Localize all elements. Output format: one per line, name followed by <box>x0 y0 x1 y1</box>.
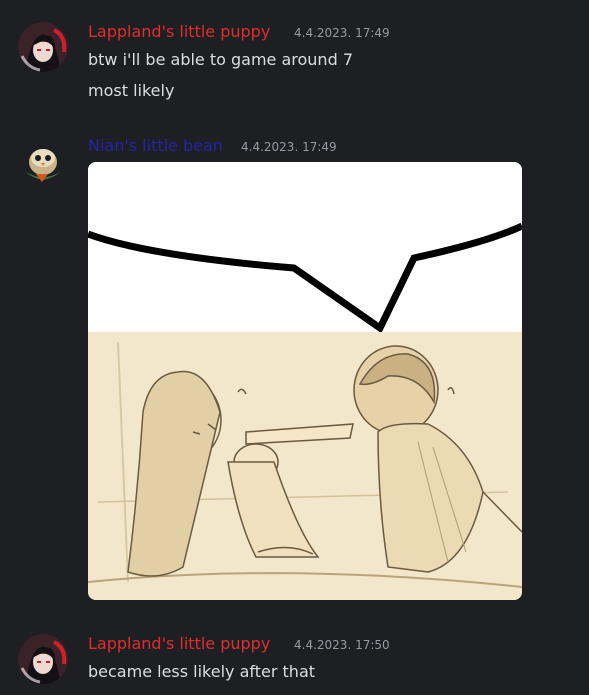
owl-bird-avatar-icon <box>18 138 68 188</box>
chat-message-list: Lappland's little puppy 4.4.2023. 17:49 … <box>0 0 589 695</box>
user-avatar[interactable] <box>18 634 68 684</box>
message-timestamp: 4.4.2023. 17:49 <box>294 26 390 40</box>
user-avatar[interactable] <box>18 138 68 188</box>
message-timestamp: 4.4.2023. 17:49 <box>241 140 337 154</box>
dark-haired-girl-avatar-icon <box>18 22 68 72</box>
sketch-image <box>88 162 522 600</box>
message-text: most likely <box>88 81 175 100</box>
user-avatar[interactable] <box>18 22 68 72</box>
message-author[interactable]: Lappland's little puppy <box>88 22 270 41</box>
dark-haired-girl-avatar-icon <box>18 634 68 684</box>
message-text: became less likely after that <box>88 662 316 681</box>
message-author[interactable]: Nian's little bean <box>88 136 223 155</box>
message-timestamp: 4.4.2023. 17:50 <box>294 638 390 652</box>
image-attachment[interactable] <box>88 162 522 600</box>
message-author[interactable]: Lappland's little puppy <box>88 634 270 653</box>
message-text: btw i'll be able to game around 7 <box>88 50 353 69</box>
